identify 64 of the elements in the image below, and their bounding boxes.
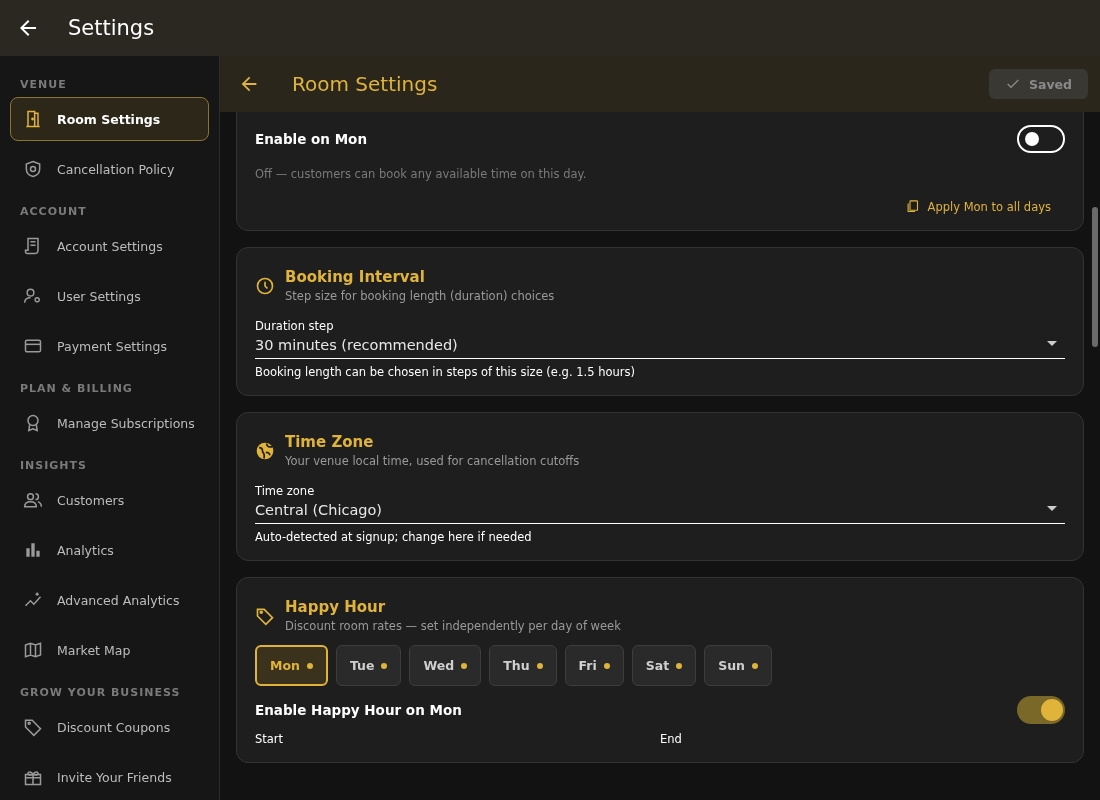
page-title: Room Settings <box>292 72 439 96</box>
sidebar-item[interactable]: Room Settings <box>10 97 209 141</box>
sidebar-item[interactable]: Analytics <box>10 528 209 572</box>
copy-icon <box>904 199 920 214</box>
dot-icon <box>536 662 543 669</box>
dot-icon <box>676 662 683 669</box>
section-heading: GROW YOUR BUSINESS <box>19 685 182 701</box>
section-heading: VENUE <box>19 77 68 93</box>
sidebar-item[interactable]: Cancellation Policy <box>10 147 209 191</box>
helper-text: Booking length can be chosen in steps of this size (e.g. 1.5 hours) <box>255 365 636 379</box>
section-heading: PLAN & BILLING <box>19 381 134 397</box>
map-icon <box>23 640 43 660</box>
select-field[interactable]: Time zone Central (Chicago) <box>255 484 1065 524</box>
clock-icon <box>255 276 275 296</box>
card-subtitle: Your venue local time, used for cancellation cutoffs <box>285 454 580 468</box>
app-title: Settings <box>68 16 155 40</box>
globe-icon <box>255 441 275 461</box>
shield-icon <box>23 159 43 179</box>
card-title: Booking Interval <box>285 268 426 286</box>
sidebar-item[interactable]: Invite Your Friends <box>10 755 209 799</box>
field-label: Start <box>255 732 285 746</box>
dot-icon <box>603 662 610 669</box>
toggle-label: Enable Happy Hour on Mon <box>255 702 462 718</box>
caret-icon <box>1047 506 1057 511</box>
sidebar-item[interactable]: Manage Subscriptions <box>10 401 209 445</box>
field-label: End <box>660 732 683 746</box>
card-subtitle: Step size for booking length (duration) choices <box>285 289 555 303</box>
sidebar-item[interactable]: User Settings <box>10 274 209 318</box>
day-chip[interactable]: Fri <box>564 645 624 686</box>
dot-icon <box>306 662 313 669</box>
card-title: Time Zone <box>285 433 375 451</box>
helper-text: Auto-detected at signup; change here if needed <box>255 530 533 544</box>
select-field[interactable]: Duration step 30 minutes (recommended) <box>255 319 1065 359</box>
sidebar-item[interactable]: Customers <box>10 478 209 522</box>
toggle-label: Enable on Mon <box>255 131 367 147</box>
toggle-switch[interactable] <box>1017 696 1065 724</box>
day-chip[interactable]: Tue <box>335 645 402 686</box>
scrollbar[interactable] <box>1092 207 1098 347</box>
door-icon <box>23 109 43 129</box>
dot-icon <box>461 662 468 669</box>
sidebar-item[interactable]: Advanced Analytics <box>10 578 209 622</box>
section-heading: ACCOUNT <box>19 204 88 220</box>
tag-icon <box>255 606 275 626</box>
hint-text: Off — customers can book any available time on this day. <box>255 167 588 181</box>
section-heading: INSIGHTS <box>19 458 88 474</box>
card-icon <box>23 336 43 356</box>
day-chip[interactable]: Wed <box>409 645 482 686</box>
sidebar-item[interactable]: Payment Settings <box>10 324 209 368</box>
card-title: Happy Hour <box>285 598 387 616</box>
tag-icon <box>23 717 43 737</box>
apply-link[interactable]: Apply Mon to all days <box>904 199 1051 214</box>
day-chip[interactable]: Sat <box>631 645 697 686</box>
sidebar-item[interactable]: Account Settings <box>10 224 209 268</box>
people-icon <box>23 490 43 510</box>
dot-icon <box>752 662 758 669</box>
dot-icon <box>381 662 388 669</box>
sidebar-item[interactable]: Market Map <box>10 628 209 672</box>
day-chip[interactable]: Thu <box>489 645 557 686</box>
sidebar-item[interactable]: Discount Coupons <box>10 705 209 749</box>
day-chip[interactable]: Mon <box>255 645 328 686</box>
caret-icon <box>1047 341 1057 346</box>
card-subtitle: Discount room rates — set independently per day of week <box>285 619 621 633</box>
bars-icon <box>23 540 43 560</box>
day-chip[interactable]: Sun <box>704 645 772 686</box>
